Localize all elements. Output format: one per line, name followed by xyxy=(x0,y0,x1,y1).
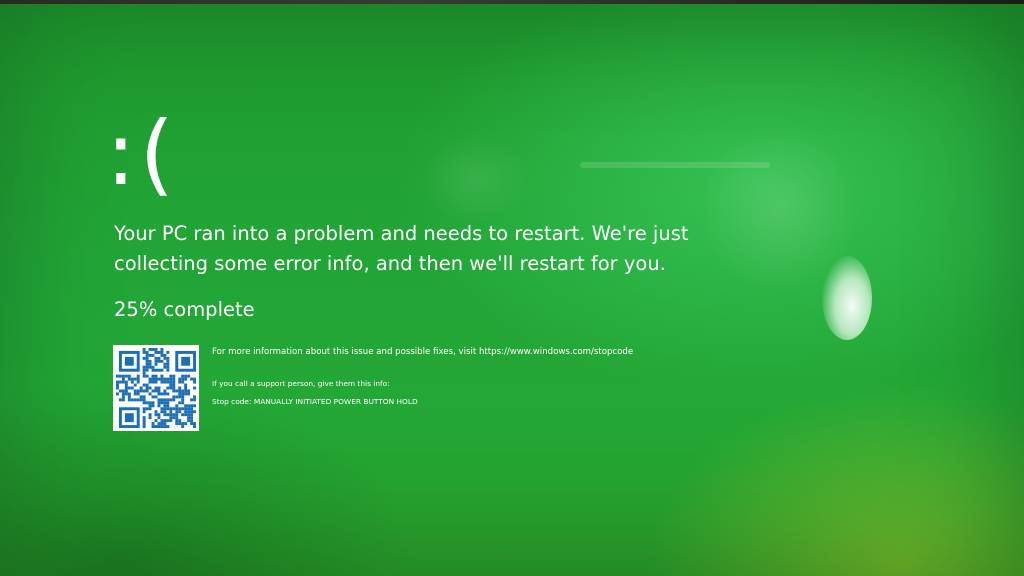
support-prompt-text: If you call a support person, give them … xyxy=(212,379,390,388)
stop-code-text: Stop code: MANUALLY INITIATED POWER BUTT… xyxy=(212,397,418,406)
progress-text: 25% complete xyxy=(114,298,255,321)
error-message: Your PC ran into a problem and needs to … xyxy=(114,222,689,275)
error-content: :( Your PC ran into a problem and needs … xyxy=(0,0,1024,576)
sad-face-emoticon: :( xyxy=(106,102,178,205)
qr-code-icon xyxy=(113,345,199,431)
photo-of-monitor: :( Your PC ran into a problem and needs … xyxy=(0,0,1024,576)
qr-code-graphic xyxy=(113,345,199,431)
more-info-text: For more information about this issue an… xyxy=(212,347,634,357)
